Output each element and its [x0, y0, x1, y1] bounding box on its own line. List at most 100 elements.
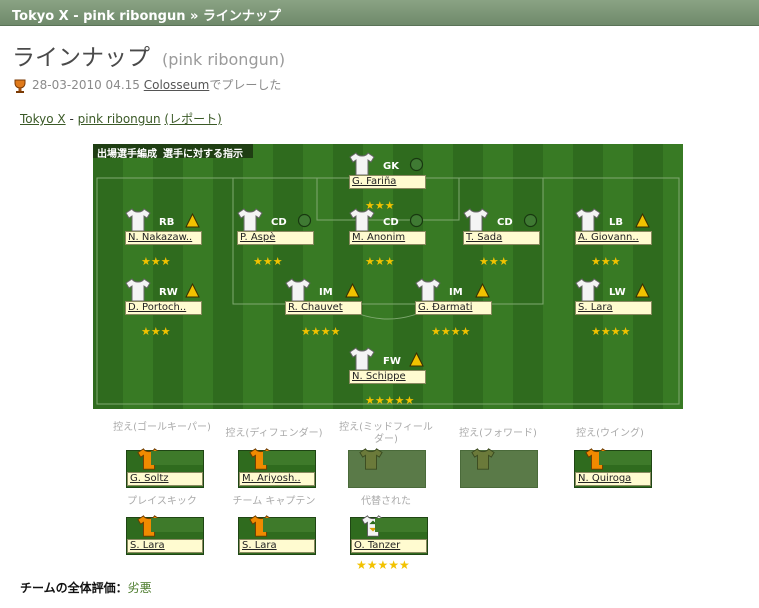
bench-tag [599, 451, 651, 465]
player-name[interactable]: T. Sada [463, 231, 540, 245]
shirt-icon [125, 208, 151, 232]
player-stars: ★★★★ [591, 325, 631, 338]
player-name[interactable]: A. Giovann.. [575, 231, 652, 245]
shirt-icon [471, 448, 495, 470]
player-name[interactable]: G. Đarmati [415, 301, 492, 315]
player-name[interactable]: P. Aspè [237, 231, 314, 245]
bench-label-def: 控え(ディフェンダー) [225, 428, 323, 439]
player-position: GK [383, 161, 399, 172]
player-stars: ★★★ [365, 255, 395, 268]
shirt-icon [359, 448, 383, 470]
shirt-icon [575, 278, 601, 302]
venue-link[interactable]: Colosseum [144, 78, 210, 92]
player-name[interactable]: N. Nakazaw.. [125, 231, 202, 245]
player-stars: ★★★ [591, 255, 621, 268]
title-bar: Tokyo X - pink ribongun » ラインナップ [0, 0, 759, 26]
bench-player-name[interactable]: N. Quiroga [575, 472, 651, 486]
shirt-icon [285, 278, 311, 302]
player-card-fw[interactable]: FW N. Schippe ★★★★★ [349, 347, 427, 407]
bench-slot-gk[interactable]: G. Soltz [126, 448, 204, 488]
status-circle-icon [297, 213, 312, 228]
shirt-icon [463, 208, 489, 232]
tab-lineup[interactable]: 出場選手編成 [97, 149, 157, 160]
player-position: IM [319, 287, 333, 298]
player-stars: ★★★ [141, 255, 171, 268]
captain-label: チーム キャプテン [232, 496, 316, 507]
team-rating: チームの全体評価：劣悪 [20, 579, 152, 596]
bench-player-name[interactable]: G. Soltz [127, 472, 203, 486]
report-link[interactable]: (レポート) [164, 112, 221, 126]
player-card-lb[interactable]: LB A. Giovann.. ★★★ [575, 208, 653, 268]
shirt-icon [237, 208, 263, 232]
player-card-rw[interactable]: RW D. Portoch.. ★★★ [125, 278, 203, 338]
player-card-cd-3[interactable]: CD T. Sada ★★★ [463, 208, 541, 268]
bench-tag [151, 451, 203, 465]
bench-player-name[interactable]: M. Ariyosh.. [239, 472, 315, 486]
player-stars: ★★★ [141, 325, 171, 338]
set-piece-label: プレイスキック [127, 496, 197, 507]
bench-player-name[interactable]: O. Tanzer [351, 539, 427, 553]
player-name[interactable]: M. Anonim [349, 231, 426, 245]
warning-triangle-icon [475, 283, 490, 298]
player-position: LB [609, 217, 623, 228]
home-team-link[interactable]: Tokyo X [20, 112, 66, 126]
substituted-slot[interactable]: O. Tanzer [350, 515, 428, 555]
warning-triangle-icon [635, 213, 650, 228]
bench-label-mid: 控え(ミッドフィールダー) [339, 422, 433, 445]
player-name[interactable]: S. Lara [575, 301, 652, 315]
player-position: RB [159, 217, 175, 228]
match-suffix: でプレーした [209, 78, 282, 92]
shirt-icon [575, 208, 601, 232]
pitch: 出場選手編成 選手に対する指示 GK G. Fariña ★★★ RB N. Na… [93, 144, 683, 409]
trophy-icon [14, 79, 26, 93]
player-card-im-1[interactable]: IM R. Chauvet ★★★★ [285, 278, 363, 338]
bench-player-name[interactable]: S. Lara [127, 539, 203, 553]
status-circle-icon [409, 213, 424, 228]
bench-label-gk: 控え(ゴールキーパー) [113, 422, 211, 433]
shirt-icon [349, 347, 375, 371]
warning-triangle-icon [185, 283, 200, 298]
player-stars: ★★★★ [431, 325, 471, 338]
player-stars: ★★★ [479, 255, 509, 268]
bench-slot-fw[interactable] [460, 448, 538, 488]
team-links: Tokyo X - pink ribongun (レポート) [20, 110, 222, 127]
player-card-cd-1[interactable]: CD P. Aspè ★★★ [237, 208, 315, 268]
bench-tag [263, 518, 315, 532]
player-card-im-2[interactable]: IM G. Đarmati ★★★★ [415, 278, 493, 338]
player-position: LW [609, 287, 626, 298]
bench-player-name[interactable]: S. Lara [239, 539, 315, 553]
set-piece-slot[interactable]: S. Lara [126, 515, 204, 555]
team-rating-label: チームの全体評価： [20, 581, 128, 595]
player-card-lw[interactable]: LW S. Lara ★★★★ [575, 278, 653, 338]
status-circle-icon [523, 213, 538, 228]
bench-tag [263, 451, 315, 465]
player-stars: ★★★★ [301, 325, 341, 338]
shirt-icon [349, 152, 375, 176]
player-name[interactable]: R. Chauvet [285, 301, 362, 315]
player-position: CD [271, 217, 287, 228]
substituted-stars: ★★★★★ [356, 558, 410, 572]
player-stars: ★★★ [253, 255, 283, 268]
team-rating-value: 劣悪 [127, 581, 152, 595]
page-title-text: ラインナップ [12, 45, 150, 71]
player-name[interactable]: N. Schippe [349, 370, 426, 384]
tab-orders[interactable]: 選手に対する指示 [163, 149, 243, 160]
substituted-label: 代替された [361, 496, 411, 507]
player-card-cd-2[interactable]: CD M. Anonim ★★★ [349, 208, 427, 268]
player-position: IM [449, 287, 463, 298]
bench-slot-mid[interactable] [348, 448, 426, 488]
player-name[interactable]: D. Portoch.. [125, 301, 202, 315]
shirt-icon [415, 278, 441, 302]
player-card-rb[interactable]: RB N. Nakazaw.. ★★★ [125, 208, 203, 268]
away-team-link[interactable]: pink ribongun [78, 112, 161, 126]
bench-slot-wing[interactable]: N. Quiroga [574, 448, 652, 488]
bench-slot-def[interactable]: M. Ariyosh.. [238, 448, 316, 488]
player-name[interactable]: G. Fariña [349, 175, 426, 189]
match-info: 28-03-2010 04.15 Colosseumでプレーした [12, 76, 281, 96]
shirt-icon [349, 208, 375, 232]
page-title: ラインナップ (pink ribongun) [12, 38, 285, 72]
player-card-gk[interactable]: GK G. Fariña ★★★ [349, 152, 427, 212]
player-position: CD [383, 217, 399, 228]
player-position: CD [497, 217, 513, 228]
captain-slot[interactable]: S. Lara [238, 515, 316, 555]
